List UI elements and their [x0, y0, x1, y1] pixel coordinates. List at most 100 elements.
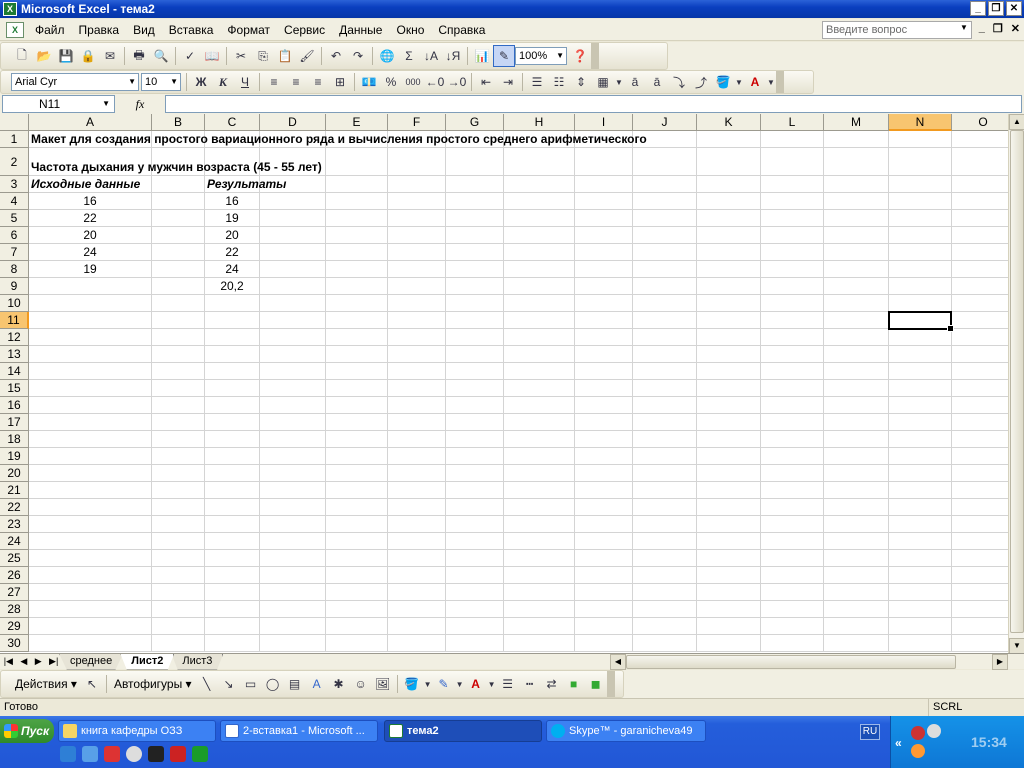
cell-M17[interactable] [824, 414, 889, 431]
cell-E26[interactable] [326, 567, 388, 584]
thousands-button[interactable]: 000 [402, 71, 424, 93]
cell-B28[interactable] [152, 601, 205, 618]
cell-D28[interactable] [260, 601, 326, 618]
cell-M2[interactable] [824, 148, 889, 176]
cell-D20[interactable] [260, 465, 326, 482]
cell-O29[interactable] [952, 618, 1008, 635]
cell-F3[interactable] [388, 176, 446, 193]
cell-K20[interactable] [697, 465, 761, 482]
cell-E30[interactable] [326, 635, 388, 652]
chevron-down-icon[interactable]: ▼ [734, 71, 744, 93]
cell-F24[interactable] [388, 533, 446, 550]
fill-color-icon[interactable]: 🪣 [401, 673, 423, 695]
cell-C3[interactable]: Результаты [205, 176, 286, 193]
cell-G10[interactable] [446, 295, 504, 312]
cell-I7[interactable] [575, 244, 633, 261]
cell-F27[interactable] [388, 584, 446, 601]
task-tema2[interactable]: тема2 [384, 720, 542, 742]
cell-O28[interactable] [952, 601, 1008, 618]
cell-F21[interactable] [388, 482, 446, 499]
cell-O1[interactable] [952, 131, 1008, 148]
row-header-5[interactable]: 5 [0, 210, 29, 227]
cell-J27[interactable] [633, 584, 697, 601]
cell-G25[interactable] [446, 550, 504, 567]
row-header-8[interactable]: 8 [0, 261, 29, 278]
align-center-icon[interactable]: ≡ [285, 71, 307, 93]
cell-B24[interactable] [152, 533, 205, 550]
cell-N28[interactable] [889, 601, 952, 618]
cell-L19[interactable] [761, 448, 824, 465]
cell-F30[interactable] [388, 635, 446, 652]
cell-B17[interactable] [152, 414, 205, 431]
row-header-29[interactable]: 29 [0, 618, 29, 635]
merge-center-icon[interactable]: ⊞ [329, 71, 351, 93]
chevron-down-icon[interactable]: ▼ [487, 673, 497, 695]
cell-G30[interactable] [446, 635, 504, 652]
cell-I8[interactable] [575, 261, 633, 278]
cell-O4[interactable] [952, 193, 1008, 210]
cell-O21[interactable] [952, 482, 1008, 499]
arrow-icon[interactable]: ↘ [218, 673, 240, 695]
language-indicator[interactable]: RU [860, 724, 880, 740]
column-header-B[interactable]: B [152, 114, 205, 131]
cell-O23[interactable] [952, 516, 1008, 533]
cell-H2[interactable] [504, 148, 575, 176]
menu-edit[interactable]: Правка [72, 23, 127, 37]
cell-D8[interactable] [260, 261, 326, 278]
cell-N22[interactable] [889, 499, 952, 516]
cell-F13[interactable] [388, 346, 446, 363]
cell-H24[interactable] [504, 533, 575, 550]
cell-K8[interactable] [697, 261, 761, 278]
3d-icon[interactable]: ◼ [585, 673, 607, 695]
cell-K16[interactable] [697, 397, 761, 414]
cell-H21[interactable] [504, 482, 575, 499]
cell-G26[interactable] [446, 567, 504, 584]
cell-H25[interactable] [504, 550, 575, 567]
cell-J30[interactable] [633, 635, 697, 652]
cell-B22[interactable] [152, 499, 205, 516]
autoshapes-menu[interactable]: Автофигуры ▾ [110, 677, 196, 691]
cell-K29[interactable] [697, 618, 761, 635]
cell-F2[interactable] [388, 148, 446, 176]
cell-G23[interactable] [446, 516, 504, 533]
cell-A19[interactable] [29, 448, 152, 465]
doc-minimize-button[interactable]: _ [979, 22, 985, 35]
cell-H9[interactable] [504, 278, 575, 295]
cell-A28[interactable] [29, 601, 152, 618]
cell-L2[interactable] [761, 148, 824, 176]
cell-C18[interactable] [205, 431, 260, 448]
sheet-tab-list3[interactable]: Лист3 [171, 653, 224, 670]
cell-O14[interactable] [952, 363, 1008, 380]
cell-E17[interactable] [326, 414, 388, 431]
cell-E22[interactable] [326, 499, 388, 516]
row-header-20[interactable]: 20 [0, 465, 29, 482]
horizontal-scroll-thumb[interactable] [626, 655, 956, 669]
column-header-N[interactable]: N [889, 114, 952, 131]
task-word[interactable]: 2-вставка1 - Microsoft ... [220, 720, 378, 742]
cell-H17[interactable] [504, 414, 575, 431]
cell-B9[interactable] [152, 278, 205, 295]
cell-L1[interactable] [761, 131, 824, 148]
actions-menu[interactable]: Действия ▾ [11, 677, 81, 691]
select-all-corner[interactable] [0, 114, 29, 131]
cell-E2[interactable] [326, 148, 388, 176]
row-header-10[interactable]: 10 [0, 295, 29, 312]
cell-L20[interactable] [761, 465, 824, 482]
cell-E18[interactable] [326, 431, 388, 448]
cell-H3[interactable] [504, 176, 575, 193]
cell-D18[interactable] [260, 431, 326, 448]
chevron-down-icon[interactable]: ▼ [455, 673, 465, 695]
cell-G13[interactable] [446, 346, 504, 363]
copy-icon[interactable]: ⎘ [252, 45, 274, 67]
cell-O3[interactable] [952, 176, 1008, 193]
cell-K26[interactable] [697, 567, 761, 584]
cell-B18[interactable] [152, 431, 205, 448]
fill-color-icon[interactable]: 🪣 [712, 71, 734, 93]
menu-view[interactable]: Вид [126, 23, 162, 37]
cell-J22[interactable] [633, 499, 697, 516]
cell-H28[interactable] [504, 601, 575, 618]
cell-M25[interactable] [824, 550, 889, 567]
horizontal-scrollbar[interactable]: ◀ ▶ [610, 654, 1008, 670]
doc-restore-button[interactable]: ❐ [993, 22, 1003, 35]
cell-C21[interactable] [205, 482, 260, 499]
